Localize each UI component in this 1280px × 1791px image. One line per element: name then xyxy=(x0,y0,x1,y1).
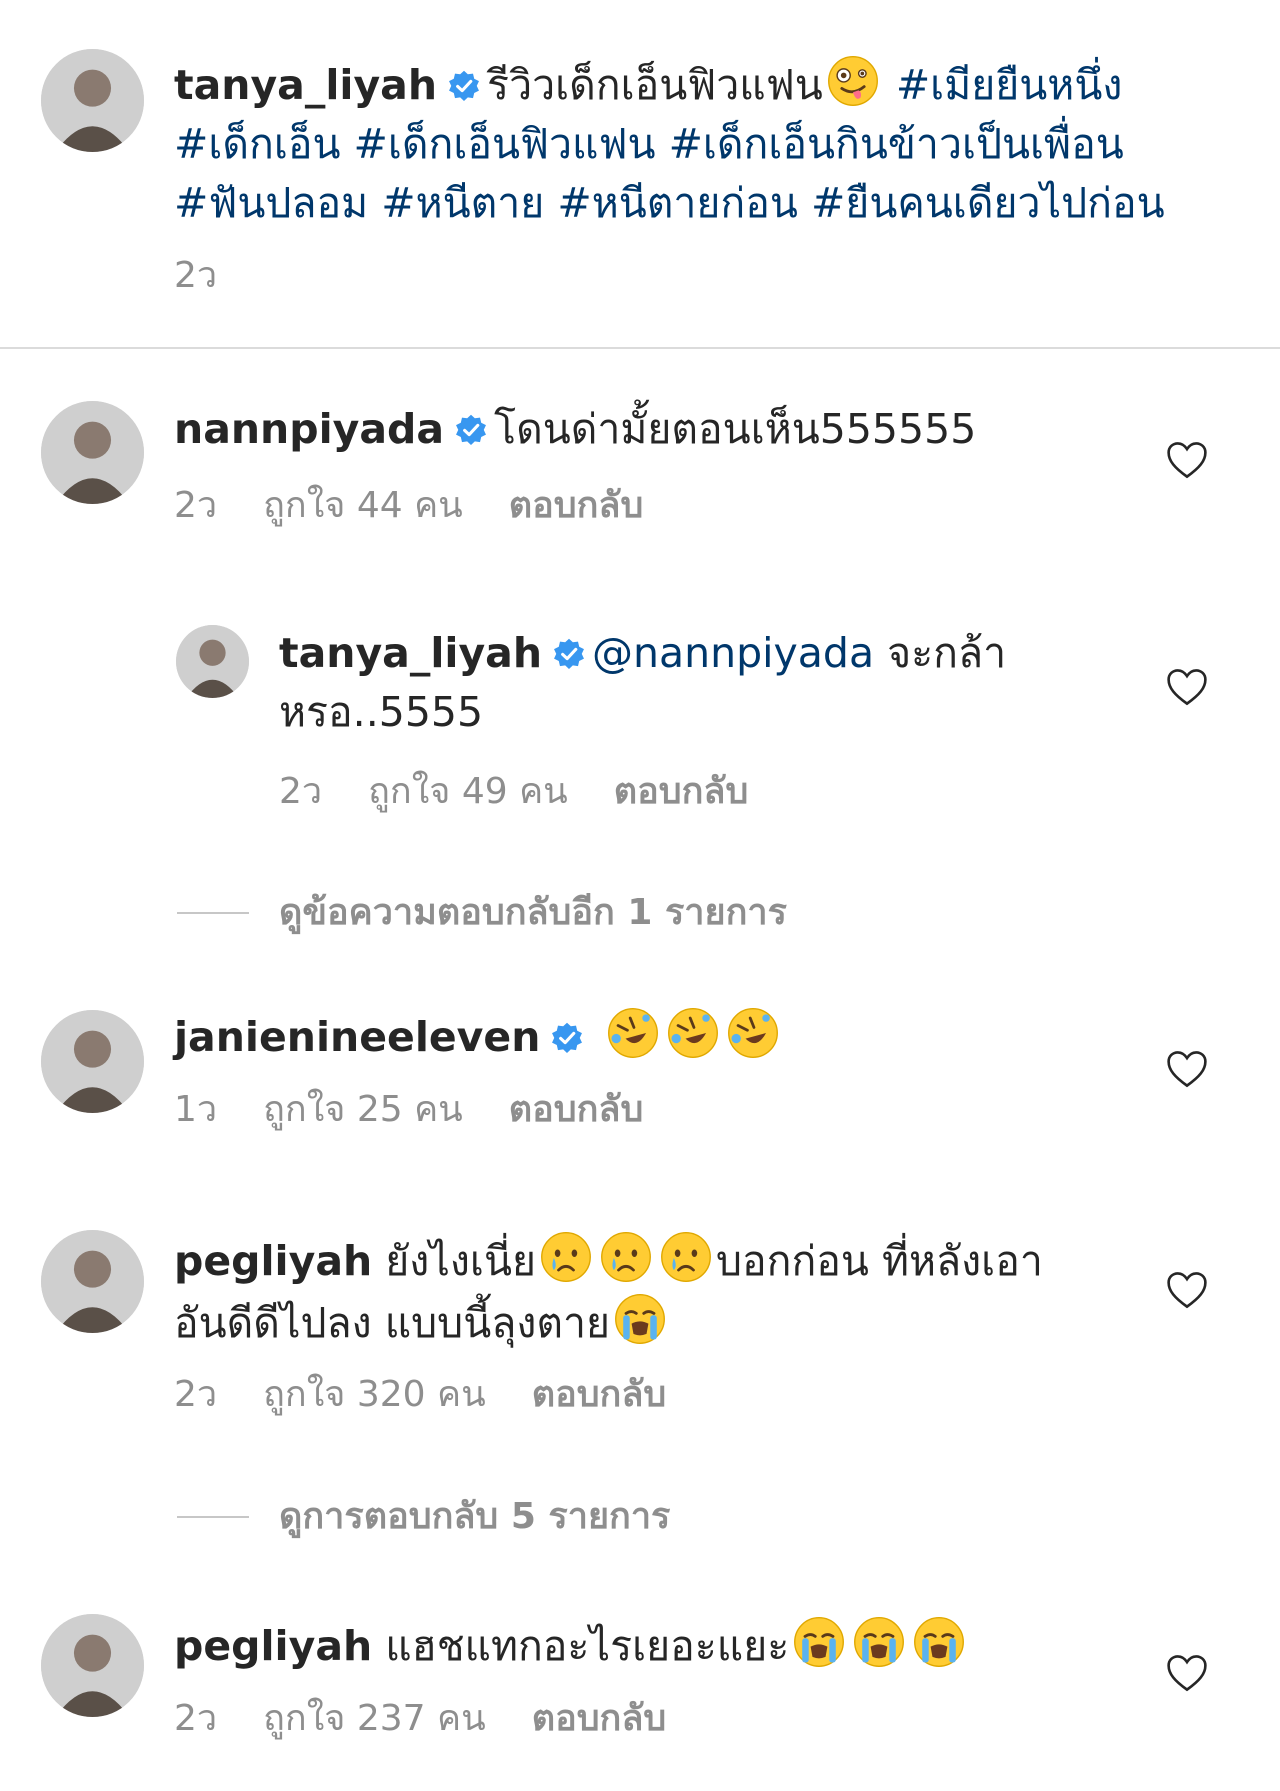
rolling-on-floor-laughing-icon xyxy=(665,1005,721,1061)
comment-text: แฮชแทกอะไรเยอะแยะ xyxy=(385,1622,790,1670)
avatar-image xyxy=(41,401,144,504)
reply-text-line1: จะกล้า xyxy=(874,629,1007,677)
reply-mention[interactable]: @nannpiyada xyxy=(592,629,874,677)
loudly-crying-face-icon xyxy=(791,1614,847,1670)
avatar-image xyxy=(176,625,249,698)
loudly-crying-face-icon xyxy=(851,1614,907,1670)
caption-hashtags-line1[interactable]: #เมียยืนหนึ่ง xyxy=(896,61,1123,109)
rolling-on-floor-laughing-icon xyxy=(725,1005,781,1061)
avatar-image xyxy=(41,49,144,152)
loudly-crying-face-icon xyxy=(911,1614,967,1670)
reply-username[interactable]: tanya_liyah xyxy=(279,629,542,677)
reply-body: tanya_liyah @nannpiyada จะกล้า หรอ..5555 xyxy=(279,624,1129,742)
loudly-crying-face-icon xyxy=(612,1291,668,1347)
caption-avatar[interactable] xyxy=(41,49,144,152)
comment-likes[interactable]: ถูกใจ 320 คน xyxy=(263,1374,486,1415)
comment-body: pegliyah แฮชแทกอะไรเยอะแยะ xyxy=(174,1614,1134,1676)
view-more-replies-button[interactable]: ดูข้อความตอบกลับอีก 1 รายการ xyxy=(279,891,787,935)
comment-meta: 2ว ถูกใจ 320 คน ตอบกลับ xyxy=(174,1373,712,1417)
reply-button[interactable]: ตอบกลับ xyxy=(614,771,749,812)
like-heart-icon[interactable] xyxy=(1166,440,1208,480)
comment-username[interactable]: janienineeleven xyxy=(174,1013,540,1061)
comment-likes[interactable]: ถูกใจ 25 คน xyxy=(263,1089,463,1130)
comment-username[interactable]: pegliyah xyxy=(174,1622,372,1670)
comment-avatar-janienineeleven[interactable] xyxy=(41,1010,144,1113)
comment-text: โดนด่ามั้ยตอนเห็น555555 xyxy=(494,405,977,453)
reply-button[interactable]: ตอบกลับ xyxy=(509,1089,644,1130)
like-heart-icon[interactable] xyxy=(1166,1653,1208,1693)
comment-time: 2ว xyxy=(174,485,218,526)
caption-hashtags-line3[interactable]: #ฟันปลอม #หนีตาย #หนีตายก่อน #ยืนคนเดียว… xyxy=(174,179,1165,227)
caption-divider xyxy=(0,347,1280,349)
rolling-on-floor-laughing-icon xyxy=(605,1005,661,1061)
comment-time: 2ว xyxy=(174,1698,218,1739)
caption-hashtags-line2[interactable]: #เด็กเอ็น #เด็กเอ็นฟิวแฟน #เด็กเอ็นกินข้… xyxy=(174,120,1124,168)
comment-username[interactable]: nannpiyada xyxy=(174,405,444,453)
like-heart-icon[interactable] xyxy=(1166,1049,1208,1089)
view-replies-line xyxy=(177,1516,249,1518)
comment-likes[interactable]: ถูกใจ 44 คน xyxy=(263,485,463,526)
crying-face-icon xyxy=(538,1229,594,1285)
comment-time: 1ว xyxy=(174,1089,218,1130)
comment-body: pegliyah ยังไงเนี่ย บอกก่อน ที่หลังเอา อั… xyxy=(174,1229,1134,1353)
caption-meta: 2ว xyxy=(174,254,263,298)
comment-username[interactable]: pegliyah xyxy=(174,1237,372,1285)
reply-button[interactable]: ตอบกลับ xyxy=(509,485,644,526)
avatar-image xyxy=(41,1614,144,1717)
caption-body: tanya_liyah รีวิวเด็กเอ็นฟิวแฟน #เมียยืนห… xyxy=(174,53,1224,233)
comment-avatar-nannpiyada[interactable] xyxy=(41,401,144,504)
comment-meta: 2ว ถูกใจ 237 คน ตอบกลับ xyxy=(174,1697,712,1741)
reply-text-line2: หรอ..5555 xyxy=(279,688,484,736)
view-replies-button[interactable]: ดูการตอบกลับ 5 รายการ xyxy=(279,1495,670,1539)
verified-badge-icon xyxy=(550,1021,584,1055)
avatar-image xyxy=(41,1230,144,1333)
comment-meta: 1ว ถูกใจ 25 คน ตอบกลับ xyxy=(174,1088,689,1132)
comment-likes[interactable]: ถูกใจ 237 คน xyxy=(263,1698,486,1739)
avatar-image xyxy=(41,1010,144,1113)
comment-time: 2ว xyxy=(174,1374,218,1415)
like-heart-icon[interactable] xyxy=(1166,1270,1208,1310)
like-heart-icon[interactable] xyxy=(1166,667,1208,707)
caption-time: 2ว xyxy=(174,255,218,296)
verified-badge-icon xyxy=(454,413,488,447)
verified-badge-icon xyxy=(552,637,586,671)
zany-face-icon xyxy=(825,53,881,109)
comment-text-line2: อันดีดีไปลง แบบนี้ลุงตาย xyxy=(174,1299,611,1347)
comment-text-line1-a: ยังไงเนี่ย xyxy=(385,1237,536,1285)
crying-face-icon xyxy=(598,1229,654,1285)
comment-body: janienineeleven xyxy=(174,1005,1134,1067)
reply-button[interactable]: ตอบกลับ xyxy=(532,1698,667,1739)
comment-body: nannpiyada โดนด่ามั้ยตอนเห็น555555 xyxy=(174,400,1134,459)
view-replies-line xyxy=(177,912,249,914)
reply-likes[interactable]: ถูกใจ 49 คน xyxy=(368,771,568,812)
reply-avatar-tanya_liyah[interactable] xyxy=(176,625,249,698)
comment-avatar-pegliyah[interactable] xyxy=(41,1614,144,1717)
reply-time: 2ว xyxy=(279,771,323,812)
comment-text-line1-b: บอกก่อน ที่หลังเอา xyxy=(716,1237,1043,1285)
crying-face-icon xyxy=(658,1229,714,1285)
caption-text: รีวิวเด็กเอ็นฟิวแฟน xyxy=(487,61,823,109)
comment-meta: 2ว ถูกใจ 44 คน ตอบกลับ xyxy=(174,484,689,528)
reply-meta: 2ว ถูกใจ 49 คน ตอบกลับ xyxy=(279,770,794,814)
caption-username[interactable]: tanya_liyah xyxy=(174,61,437,109)
verified-badge-icon xyxy=(447,69,481,103)
reply-button[interactable]: ตอบกลับ xyxy=(532,1374,667,1415)
comment-avatar-pegliyah[interactable] xyxy=(41,1230,144,1333)
